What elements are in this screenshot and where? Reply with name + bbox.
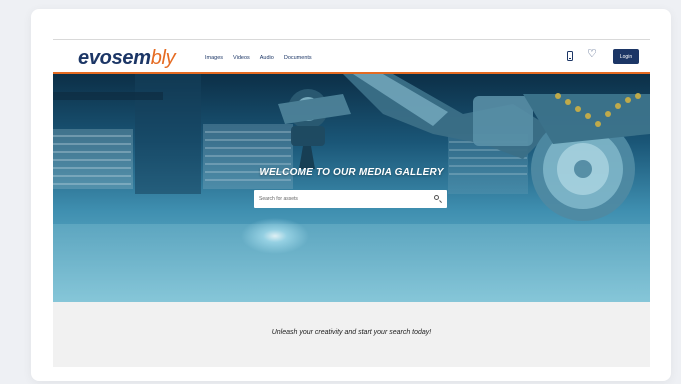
hero-banner: WELCOME TO OUR MEDIA GALLERY	[53, 74, 650, 302]
search-icon[interactable]	[434, 195, 439, 200]
main-nav: Images Videos Audio Documents	[205, 55, 312, 61]
tagline: Unleash your creativity and start your s…	[271, 329, 432, 336]
brand-logo[interactable]: evosembly	[78, 47, 176, 70]
hero-background-image	[53, 74, 650, 302]
heart-icon[interactable]: ♡	[587, 49, 597, 60]
brand-logo-part1: evosem	[78, 47, 151, 69]
login-button[interactable]: Login	[613, 49, 639, 64]
nav-item-videos[interactable]: Videos	[233, 55, 250, 61]
search-box	[254, 190, 447, 208]
search-input[interactable]	[254, 190, 429, 208]
nav-item-documents[interactable]: Documents	[284, 55, 312, 61]
nav-item-audio[interactable]: Audio	[260, 55, 274, 61]
site-header: evosembly Images Videos Audio Documents …	[53, 39, 650, 74]
website-frame: evosembly Images Videos Audio Documents …	[53, 39, 650, 367]
brand-logo-part2: bly	[150, 47, 176, 69]
nav-item-images[interactable]: Images	[205, 55, 223, 61]
hero-title: WELCOME TO OUR MEDIA GALLERY	[259, 167, 444, 178]
phone-icon[interactable]	[567, 51, 573, 61]
